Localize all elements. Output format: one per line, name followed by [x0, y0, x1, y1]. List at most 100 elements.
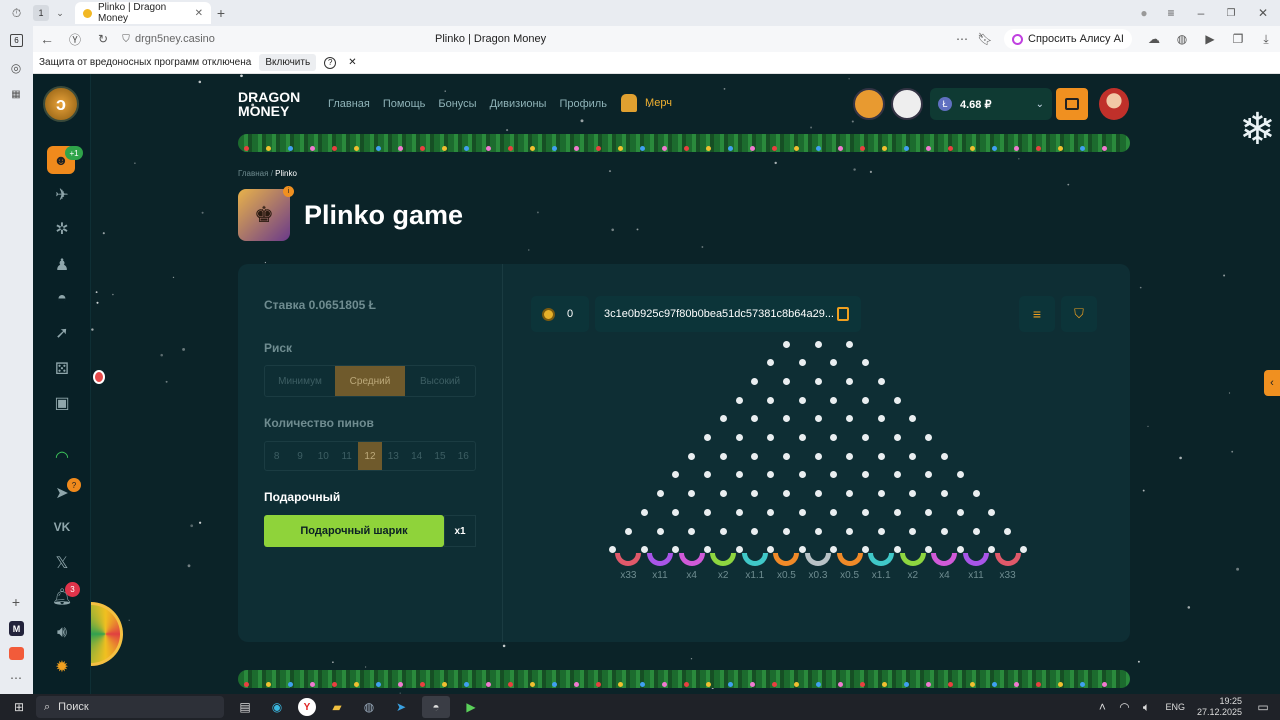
- camera-icon[interactable]: ◎: [8, 60, 24, 76]
- yandex-browser-icon[interactable]: Y: [298, 698, 316, 716]
- nav-item-bonuses[interactable]: Бонусы: [438, 98, 476, 110]
- alice-button[interactable]: Спросить Алису AI: [1004, 29, 1132, 49]
- globe-icon[interactable]: ◍: [1168, 32, 1196, 46]
- side-expand-tab[interactable]: ‹: [1264, 370, 1280, 396]
- yandex-icon[interactable]: Ⓨ: [61, 31, 89, 48]
- plinko-board[interactable]: x33 x11 x4 x2 x1.1 x0.5 x0.3 x0.5 x1.1 x2 x4 x11 x33: [598, 340, 1038, 594]
- pins-option[interactable]: 10: [312, 442, 335, 470]
- risk-option-high[interactable]: Высокий: [405, 366, 475, 396]
- site-info-icon[interactable]: ⛉: [117, 34, 135, 45]
- site-logo[interactable]: DRAGON MONEY: [238, 90, 300, 118]
- peg: [640, 508, 648, 516]
- pins-option[interactable]: 11: [335, 442, 358, 470]
- reload-icon[interactable]: ↻: [89, 32, 117, 46]
- sidebar-badge[interactable]: 6: [10, 34, 23, 47]
- dragon-game-icon[interactable]: ✲: [51, 218, 73, 240]
- wallet-button[interactable]: [1056, 88, 1088, 120]
- media-player-icon[interactable]: ▶: [460, 696, 482, 718]
- pins-option[interactable]: 12: [358, 442, 382, 470]
- windows-start-icon[interactable]: ⊞: [8, 696, 30, 718]
- support-headset-icon[interactable]: ◠: [51, 446, 73, 468]
- risk-option-medium[interactable]: Средний: [335, 366, 405, 396]
- crash-game-icon[interactable]: ➚: [51, 322, 73, 344]
- downloads-icon[interactable]: ⤓: [1252, 32, 1280, 47]
- info-badge[interactable]: i: [283, 186, 294, 197]
- dice-game-icon[interactable]: ⚄: [51, 358, 73, 380]
- edge-icon[interactable]: ◉: [266, 696, 288, 718]
- pins-option[interactable]: 16: [452, 442, 475, 470]
- back-icon[interactable]: ←: [33, 31, 61, 47]
- restore-icon[interactable]: ❐: [1216, 8, 1246, 19]
- chevron-down-icon[interactable]: ⌄: [49, 0, 71, 26]
- slots-game-icon[interactable]: ▣: [51, 392, 73, 414]
- minimize-icon[interactable]: –: [1186, 6, 1216, 20]
- promo-car-icon[interactable]: [853, 88, 885, 120]
- new-tab-icon[interactable]: +: [211, 0, 231, 26]
- peg: [688, 452, 696, 460]
- notifications-icon[interactable]: ▭: [1252, 696, 1274, 718]
- language-indicator[interactable]: ENG: [1165, 702, 1185, 712]
- merch-link[interactable]: Мерч: [621, 94, 672, 112]
- task-view-icon[interactable]: ▤: [234, 696, 256, 718]
- dragon-logo-icon[interactable]: ↄ: [43, 86, 79, 122]
- tab-counter[interactable]: 1: [33, 5, 49, 21]
- risk-option-minimum[interactable]: Минимум: [265, 366, 335, 396]
- pins-option[interactable]: 9: [288, 442, 311, 470]
- more-icon[interactable]: ⋯: [8, 670, 24, 686]
- gift-ball-button[interactable]: Подарочный шарик: [264, 515, 444, 547]
- fairness-button[interactable]: ⛉: [1061, 296, 1097, 332]
- pins-option[interactable]: 15: [428, 442, 451, 470]
- user-game-icon[interactable]: ♟: [51, 254, 73, 276]
- x-social-icon[interactable]: 𝕏: [51, 552, 73, 574]
- menu-icon[interactable]: ≡: [1156, 6, 1186, 20]
- pins-option[interactable]: 13: [382, 442, 405, 470]
- close-warning-icon[interactable]: ✕: [348, 57, 356, 68]
- more-options-icon[interactable]: ⋯: [950, 32, 974, 46]
- close-window-icon[interactable]: ✕: [1246, 6, 1280, 20]
- collections-icon[interactable]: ❐: [1224, 32, 1252, 46]
- copy-icon[interactable]: [837, 307, 849, 321]
- media-icon[interactable]: ▶: [1196, 32, 1224, 46]
- close-tab-icon[interactable]: ✕: [195, 8, 203, 19]
- obs-icon[interactable]: ◓: [422, 696, 450, 718]
- url-text[interactable]: drgn5ney.casino: [135, 33, 435, 45]
- promo-gift-icon[interactable]: [891, 88, 923, 120]
- sound-icon[interactable]: 🔊︎: [51, 622, 73, 644]
- file-explorer-icon[interactable]: ▰: [326, 696, 348, 718]
- bookmark-icon[interactable]: 🔖︎: [974, 32, 996, 46]
- nav-item-profile[interactable]: Профиль: [559, 98, 607, 110]
- pins-option[interactable]: 8: [265, 442, 288, 470]
- profile-icon[interactable]: ●: [1132, 6, 1156, 20]
- help-icon[interactable]: ?: [324, 56, 337, 69]
- network-icon[interactable]: ◠: [1113, 696, 1135, 718]
- nav-item-help[interactable]: Помощь: [383, 98, 426, 110]
- nav-item-divisions[interactable]: Дивизионы: [490, 98, 547, 110]
- rocket-game-icon[interactable]: ✈: [51, 184, 73, 206]
- telegram-app-icon[interactable]: ➤: [390, 696, 412, 718]
- steam-icon[interactable]: ◍: [358, 696, 380, 718]
- clock[interactable]: 19:25 27.12.2025: [1197, 696, 1242, 718]
- nav-item-home[interactable]: Главная: [328, 98, 370, 110]
- plinko-game-icon[interactable]: ◓: [51, 288, 73, 310]
- weather-icon[interactable]: ☁: [1140, 32, 1168, 46]
- volume-icon[interactable]: 🔈︎: [1135, 696, 1157, 718]
- apps-grid-icon[interactable]: ▦: [8, 86, 24, 102]
- enable-protection-button[interactable]: Включить: [259, 54, 317, 71]
- history-icon[interactable]: ⏱: [0, 0, 33, 26]
- messenger-app-icon[interactable]: M: [9, 621, 24, 636]
- peg: [688, 490, 696, 498]
- peg: [830, 396, 838, 404]
- history-button[interactable]: ≡: [1019, 296, 1055, 332]
- user-avatar[interactable]: [1099, 88, 1129, 120]
- tray-chevron-icon[interactable]: ˄: [1091, 696, 1113, 718]
- mail-app-icon[interactable]: [9, 647, 24, 660]
- breadcrumb-home[interactable]: Главная: [238, 169, 268, 178]
- browser-tab[interactable]: Plinko | Dragon Money ✕: [75, 2, 211, 24]
- taskbar-search[interactable]: ⌕ Поиск: [36, 696, 224, 718]
- vk-icon[interactable]: VK: [51, 516, 73, 538]
- lamp-icon[interactable]: ✹: [51, 656, 73, 678]
- add-panel-icon[interactable]: +: [8, 594, 24, 610]
- balance-widget[interactable]: Ł 4.68 ₽ ⌄: [930, 88, 1052, 120]
- pins-option[interactable]: 14: [405, 442, 428, 470]
- multiplier-label: x0.5: [776, 569, 796, 581]
